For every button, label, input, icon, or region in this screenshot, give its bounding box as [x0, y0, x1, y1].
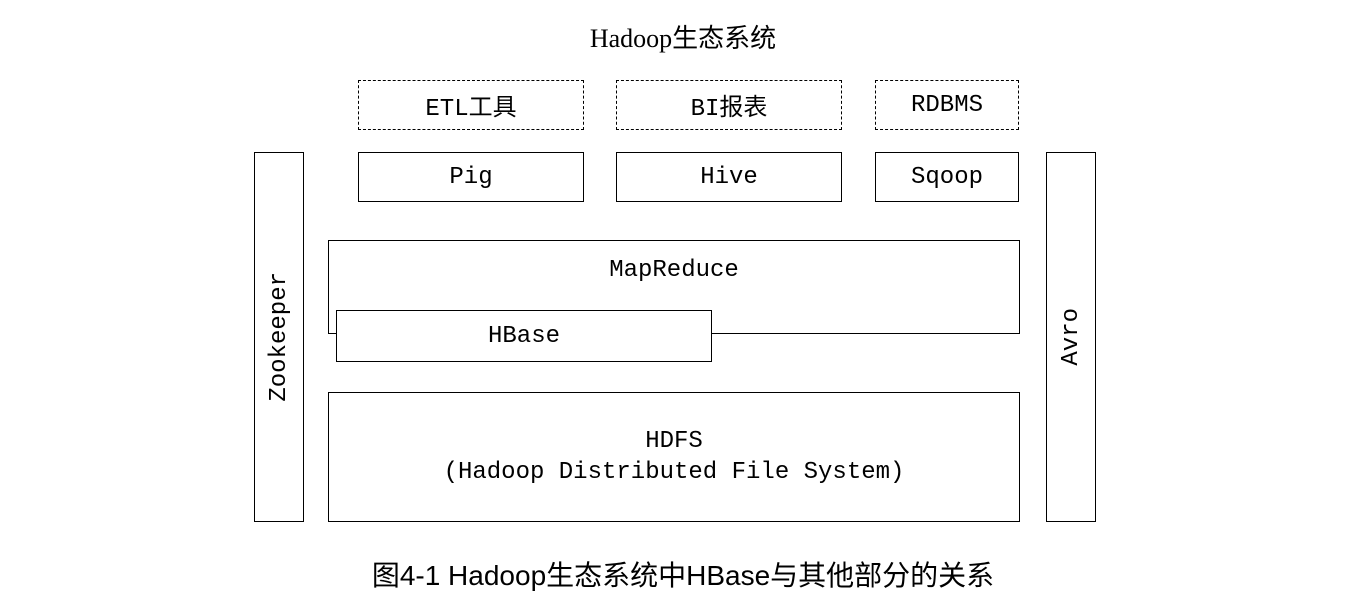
zookeeper-label: Zookeeper [266, 272, 293, 402]
box-hbase: HBase [336, 310, 712, 362]
avro-label: Avro [1058, 308, 1085, 366]
box-etl-tools: ETL工具 [358, 80, 584, 130]
hdfs-line2: (Hadoop Distributed File System) [444, 457, 905, 488]
box-bi-report: BI报表 [616, 80, 842, 130]
figure-caption: 图4-1 Hadoop生态系统中HBase与其他部分的关系 [0, 554, 1366, 594]
box-rdbms: RDBMS [875, 80, 1019, 130]
box-sqoop: Sqoop [875, 152, 1019, 202]
box-zookeeper: Zookeeper [254, 152, 304, 522]
box-avro: Avro [1046, 152, 1096, 522]
box-pig: Pig [358, 152, 584, 202]
hdfs-content: HDFS (Hadoop Distributed File System) [444, 426, 905, 488]
box-hdfs: HDFS (Hadoop Distributed File System) [328, 392, 1020, 522]
diagram-title: Hadoop生态系统 [0, 18, 1366, 55]
diagram-container: Hadoop生态系统 ETL工具 BI报表 RDBMS Pig Hive Sqo… [0, 0, 1366, 610]
box-hive: Hive [616, 152, 842, 202]
hdfs-line1: HDFS [444, 426, 905, 457]
